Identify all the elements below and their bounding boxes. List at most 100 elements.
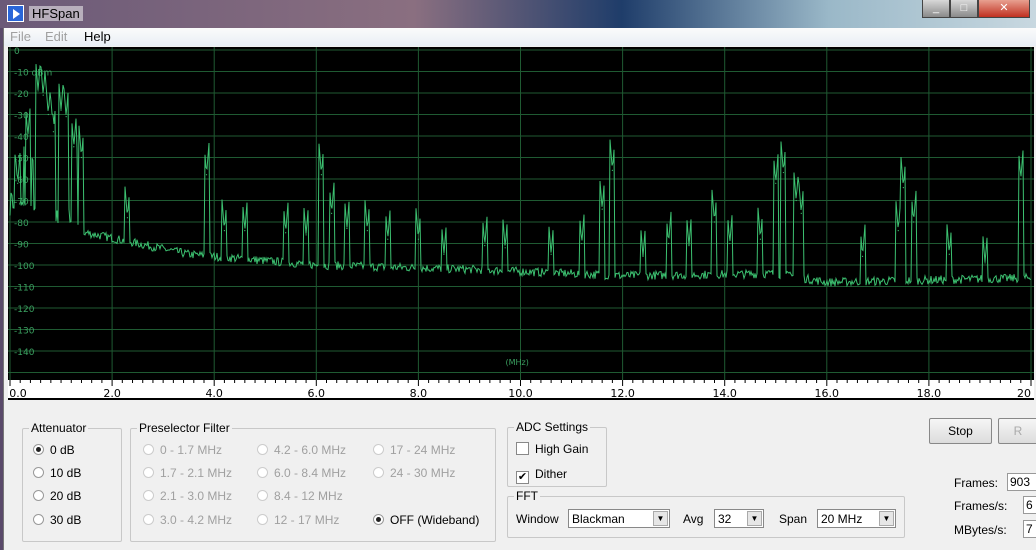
span-label: Span [779,512,808,526]
preselector-option[interactable]: 1.7 - 2.1 MHz [143,466,232,480]
x-tick-label: 14.0 [712,387,737,400]
fps-label: Frames/s: [954,499,1008,513]
x-axis-unit: (MHz) [506,358,529,367]
x-tick-label: 12.0 [610,387,635,400]
avg-label: Avg [683,512,704,526]
attenuator-20db[interactable]: 20 dB [33,489,81,503]
window-select[interactable]: Blackman ▼ [568,509,670,528]
spectrum-peak [688,245,690,247]
preselector-option[interactable]: 2.1 - 3.0 MHz [143,489,232,503]
menu-edit[interactable]: Edit [45,29,67,44]
preselector-option[interactable]: 0 - 1.7 MHz [143,443,222,457]
spectrum-peak [366,230,368,232]
x-tick-label: 4.0 [205,387,223,400]
spectrum-peak [782,171,785,174]
mbps-label: MBytes/s: [954,523,1007,537]
y-tick-label: -20 [14,90,29,100]
spectrum-peak [667,242,670,245]
spectrum-peak [902,187,904,189]
preselector-option[interactable]: 17 - 24 MHz [373,443,455,457]
preselector-label: Preselector Filter [137,421,232,435]
avg-select[interactable]: 32 ▼ [714,509,764,528]
spectrum-peak [550,253,552,255]
high-gain-checkbox[interactable]: High Gain [516,442,588,456]
attenuator-0db[interactable]: 0 dB [33,443,75,457]
spectrum-peak [795,199,797,202]
frames-label: Frames: [954,476,999,490]
minimize-button[interactable]: _ [922,0,950,18]
preselector-option[interactable]: 12 - 17 MHz [257,513,339,527]
preselector-option[interactable]: 24 - 30 MHz [373,466,455,480]
r-button[interactable]: R [998,418,1036,444]
y-tick-label: -90 [14,241,29,251]
y-tick-label: -100 [14,262,35,272]
menu-help[interactable]: Help [84,29,111,44]
frequency-axis: 0.0 2.0 4.0 6.0 8.0 10.0 12.0 14.0 16.0 18.0 20 [8,380,1034,400]
spectrum-peak [759,238,762,240]
dither-checkbox[interactable]: ✔ Dither [516,467,567,484]
spectrum-peak [713,221,716,223]
spectrum-peak [346,227,348,230]
preselector-option[interactable]: 6.0 - 8.4 MHz [257,466,346,480]
y-tick-label: -10 dBm [14,69,52,79]
spectrum-peak [984,262,986,264]
y-tick-label: -110 [14,284,35,294]
attenuator-group: Attenuator 0 dB 10 dB 20 dB 30 dB [22,421,122,542]
preselector-option[interactable]: OFF (Wideband) [373,513,479,527]
spectrum-peak [65,116,67,118]
spectrum-peak [37,90,39,92]
fft-label: FFT [514,489,540,503]
mbps-value: 7 [1023,520,1036,538]
preselector-option[interactable]: 4.2 - 6.0 MHz [257,443,346,457]
spectrum-peak [126,217,129,219]
window-title: HFSpan [29,6,83,21]
spectrum-peak [484,245,486,247]
preselector-option[interactable]: 3.0 - 4.2 MHz [143,513,232,527]
adc-settings-group: ADC Settings High Gain ✔ Dither [507,420,607,487]
spectrum-peak [948,253,950,255]
x-tick-label: 8.0 [410,387,428,400]
menu-file[interactable]: File [10,29,31,44]
spectrum-peak [417,238,419,240]
attenuator-label: Attenuator [29,421,89,435]
x-tick-label: 18.0 [917,387,942,400]
x-tick-label: 20 [1017,387,1031,400]
spectrum-peak [285,232,287,234]
x-tick-label: 2.0 [103,387,121,400]
span-select[interactable]: 20 MHz ▼ [817,509,896,528]
window-label: Window [516,512,559,526]
spectrum-peak [60,109,62,111]
y-tick-label: -130 [14,327,35,337]
spectrum-peak [912,221,915,223]
spectrum-peak [17,182,19,184]
spectrum-peak [601,208,603,210]
attenuator-30db[interactable]: 30 dB [33,513,81,527]
spectrum-peak [80,156,83,159]
fps-value: 6 [1023,496,1036,514]
spectrum-peak [504,247,506,249]
preselector-group: Preselector Filter 0 - 1.7 MHz 1.7 - 2.1 … [130,421,496,542]
x-tick-label: 16.0 [815,387,840,400]
spectrum-plot: 0-10 dBm-20-30-40-50-60-70-80-90-100-110… [8,47,1034,380]
spectrum-peak [205,174,208,176]
preselector-option[interactable]: 8.4 - 12 MHz [257,489,343,503]
y-tick-label: -70 [14,198,29,208]
spectrum-peak [581,242,583,245]
x-tick-label: 10.0 [508,387,533,400]
y-tick-label: -120 [14,305,35,315]
stop-button[interactable]: Stop [929,418,992,444]
close-button[interactable]: ✕ [978,0,1030,18]
app-window: File Edit Help 0 -10 dBm -20 -30 -40 -50 -60 -7… [3,28,1036,550]
attenuator-10db[interactable]: 10 dB [33,466,81,480]
maximize-button[interactable]: □ [950,0,978,18]
x-tick-label: 6.0 [308,387,326,400]
spectrum-peak [611,169,613,171]
frames-value: 903 [1007,473,1036,491]
spectrum-peak [320,174,323,176]
spectrum-peak [443,253,445,255]
adc-settings-label: ADC Settings [514,420,591,434]
app-icon [7,5,24,22]
spectrum-peak [387,238,389,240]
spectrum-peak [729,242,731,245]
y-tick-label: -80 [14,219,29,229]
